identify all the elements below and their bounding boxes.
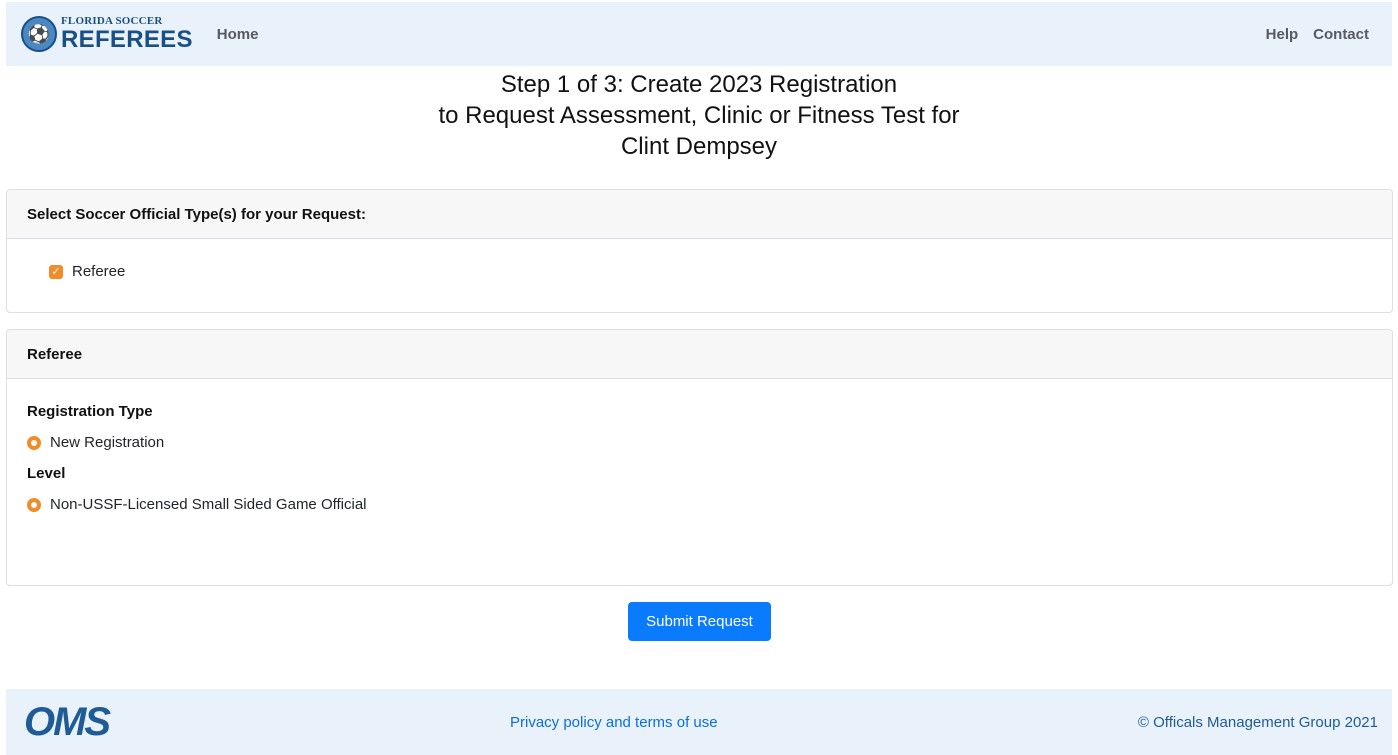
official-type-card-header: Select Soccer Official Type(s) for your …	[7, 190, 1392, 239]
nav-contact-link[interactable]: Contact	[1313, 26, 1369, 43]
privacy-policy-link[interactable]: Privacy policy and terms of use	[510, 714, 718, 731]
logo-bottom-text: REFEREES	[61, 26, 193, 53]
new-registration-radio-row[interactable]: New Registration	[27, 434, 1392, 451]
page-title-line-1: Step 1 of 3: Create 2023 Registration	[500, 71, 898, 98]
nav-home-link[interactable]: Home	[217, 26, 259, 43]
referee-checkbox[interactable]: ✓	[49, 264, 63, 279]
level-radio-row[interactable]: Non-USSF-Licensed Small Sided Game Offic…	[27, 496, 1392, 513]
top-navbar: ⚽ FLORIDA SOCCER REFEREES Home Help Cont…	[6, 2, 1392, 66]
page-title-line-3: Clint Dempsey	[620, 133, 778, 160]
oms-logo: OMS	[24, 700, 111, 744]
new-registration-label[interactable]: New Registration	[50, 434, 164, 451]
soccer-ball-icon: ⚽	[21, 16, 57, 52]
page-title-line-2: to Request Assessment, Clinic or Fitness…	[438, 102, 960, 129]
submit-request-button[interactable]: Submit Request	[628, 602, 771, 641]
page-title: Step 1 of 3: Create 2023 Registration to…	[0, 66, 1398, 162]
level-radio[interactable]	[27, 497, 41, 512]
referee-card-header: Referee	[7, 330, 1392, 379]
level-option-label[interactable]: Non-USSF-Licensed Small Sided Game Offic…	[50, 496, 367, 513]
level-label: Level	[27, 465, 66, 482]
nav-right-links: Help Contact	[1266, 26, 1369, 43]
official-type-card: Select Soccer Official Type(s) for your …	[6, 189, 1393, 313]
nav-help-link[interactable]: Help	[1266, 26, 1299, 43]
registration-type-label: Registration Type	[27, 403, 153, 420]
referee-checkbox-row[interactable]: ✓ Referee	[49, 263, 1392, 280]
referee-checkbox-label[interactable]: Referee	[72, 263, 125, 280]
new-registration-radio[interactable]	[27, 435, 41, 450]
copyright-text: © Officals Management Group 2021	[1137, 713, 1378, 731]
florida-soccer-referees-logo[interactable]: ⚽ FLORIDA SOCCER REFEREES	[21, 12, 193, 56]
footer: OMS Privacy policy and terms of use © Of…	[6, 689, 1392, 755]
referee-card: Referee Registration Type New Registrati…	[6, 329, 1393, 586]
